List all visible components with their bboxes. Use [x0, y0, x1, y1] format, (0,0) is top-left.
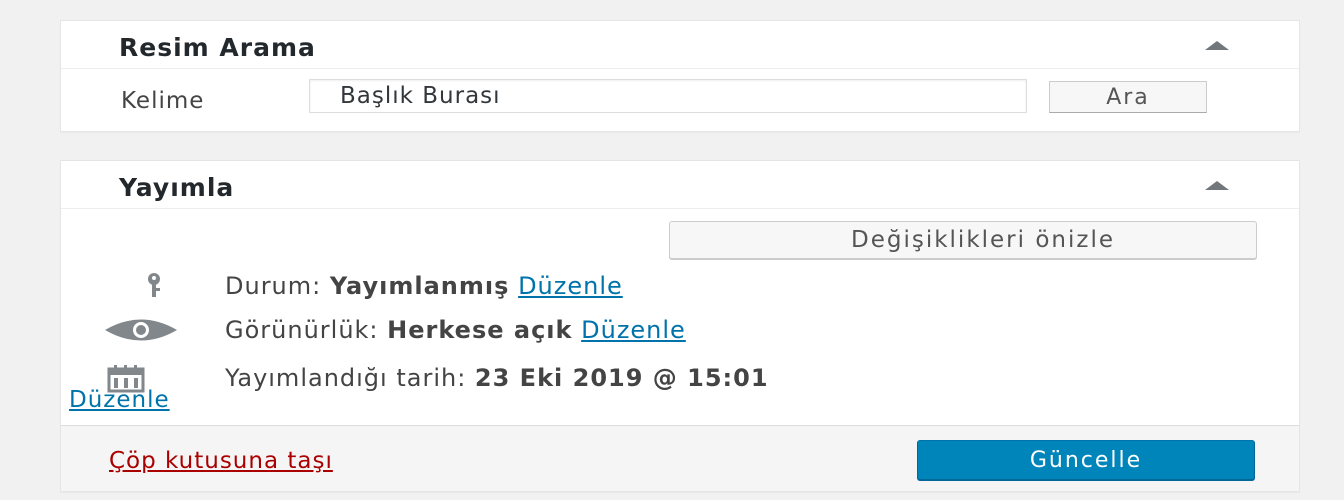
status-text: Durum: Yayımlanmış Düzenle — [225, 272, 623, 300]
visibility-label: Görünürlük: — [225, 316, 379, 344]
update-button[interactable]: Güncelle — [917, 440, 1255, 480]
collapse-toggle-icon[interactable] — [1205, 181, 1229, 190]
image-search-header[interactable]: Resim Arama — [61, 21, 1299, 69]
image-search-box: Resim Arama Kelime Ara — [60, 20, 1300, 132]
major-publishing-actions: Çöp kutusuna taşı Güncelle — [61, 425, 1299, 491]
key-icon — [101, 271, 181, 301]
collapse-toggle-icon[interactable] — [1205, 41, 1229, 50]
visibility-row: Görünürlük: Herkese açık Düzenle — [101, 315, 1269, 345]
status-row: Durum: Yayımlanmış Düzenle — [101, 271, 1269, 301]
publish-header[interactable]: Yayımla — [61, 161, 1299, 209]
publish-date-text: Yayımlandığı tarih: 23 Eki 2019 @ 15:01 — [225, 364, 769, 392]
edit-status-link[interactable]: Düzenle — [518, 272, 623, 300]
edit-visibility-link[interactable]: Düzenle — [581, 316, 686, 344]
image-search-title: Resim Arama — [119, 33, 316, 62]
keyword-input[interactable] — [309, 79, 1027, 113]
status-label: Durum: — [225, 272, 322, 300]
publish-date-row: Yayımlandığı tarih: 23 Eki 2019 @ 15:01 — [101, 363, 1269, 393]
eye-icon — [101, 315, 181, 345]
publish-date-value: 23 Eki 2019 @ 15:01 — [474, 364, 769, 392]
publish-date-label: Yayımlandığı tarih: — [225, 364, 467, 392]
visibility-text: Görünürlük: Herkese açık Düzenle — [225, 316, 686, 344]
publish-title: Yayımla — [119, 173, 235, 202]
preview-changes-button[interactable]: Değişiklikleri önizle — [669, 221, 1257, 259]
search-button[interactable]: Ara — [1049, 81, 1207, 113]
move-to-trash-link[interactable]: Çöp kutusuna taşı — [109, 448, 333, 474]
visibility-value: Herkese açık — [387, 316, 573, 344]
edit-date-link[interactable]: Düzenle — [69, 387, 170, 413]
keyword-label: Kelime — [121, 88, 205, 114]
publish-box: Yayımla Değişiklikleri önizle Durum: Yay… — [60, 160, 1300, 492]
status-value: Yayımlanmış — [329, 272, 510, 300]
